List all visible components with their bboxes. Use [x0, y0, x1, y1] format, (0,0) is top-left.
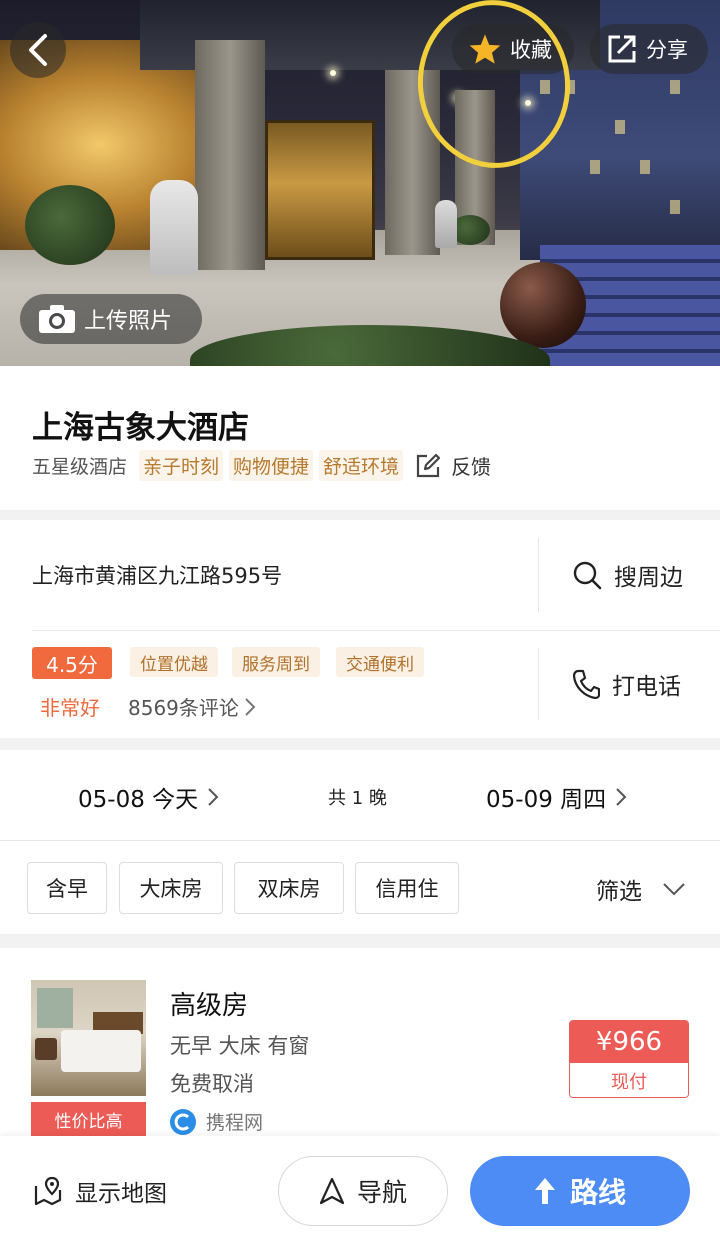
photo-door [265, 120, 375, 260]
show-map-button[interactable]: 显示地图 [33, 1174, 167, 1208]
filter-label: 筛选 [596, 879, 642, 905]
hotel-grade: 五星级酒店 [32, 456, 128, 478]
search-icon [573, 561, 602, 590]
nights-count: 共 1 晚 [328, 788, 387, 809]
lion-statue [150, 180, 198, 275]
checkin-date[interactable]: 05-08 今天 [78, 780, 220, 814]
show-map-label: 显示地图 [75, 1181, 167, 1207]
navigation-button[interactable]: 导航 [278, 1156, 448, 1226]
navigation-label: 导航 [356, 1178, 407, 1207]
score-rating-word: 非常好 [40, 696, 100, 720]
checkout-date[interactable]: 05-09 周四 [486, 780, 628, 814]
map-pin-icon [34, 1176, 62, 1206]
provider: 携程网 [170, 1108, 263, 1135]
camera-icon [39, 305, 75, 333]
reviews-count: 8569条评论 [128, 696, 239, 720]
price-button[interactable]: ¥966 现付 [569, 1020, 689, 1098]
bottom-bar: 显示地图 导航 路线 [0, 1136, 720, 1248]
chevron-down-icon [663, 883, 685, 896]
value-badge: 性价比高 [31, 1102, 146, 1136]
back-button[interactable] [10, 22, 66, 78]
feedback-label: 反馈 [451, 455, 492, 479]
search-nearby-button[interactable]: 搜周边 [572, 558, 683, 592]
call-button[interactable]: 打电话 [572, 667, 681, 701]
divider [538, 648, 539, 720]
filter-chip-credit-stay[interactable]: 信用住 [355, 862, 459, 914]
route-button[interactable]: 路线 [470, 1156, 690, 1226]
upload-label: 上传照片 [84, 309, 173, 334]
filter-bar: 含早 大床房 双床房 信用住 筛选 [0, 842, 720, 934]
share-icon [608, 35, 636, 63]
section-divider [0, 510, 720, 520]
photo-pillar [195, 40, 265, 270]
section-divider [0, 738, 720, 750]
call-label: 打电话 [612, 674, 681, 700]
score-badge: 4.5分 [32, 647, 112, 679]
pay-type: 现付 [570, 1063, 688, 1097]
date-selector[interactable]: 05-08 今天 共 1 晚 05-09 周四 [0, 750, 720, 840]
feedback-button[interactable]: 反馈 [415, 451, 491, 480]
chevron-right-icon [245, 697, 256, 716]
reviews-link[interactable]: 8569条评论 [128, 692, 257, 721]
share-button[interactable]: 分享 [590, 24, 708, 74]
divider [538, 538, 539, 612]
lion-statue [435, 200, 457, 248]
hotel-tag: 舒适环境 [319, 450, 404, 481]
filter-chip-breakfast[interactable]: 含早 [27, 862, 107, 914]
checkin-label: 05-08 今天 [78, 787, 199, 813]
upload-photo-button[interactable]: 上传照片 [20, 294, 202, 344]
navigation-arrow-icon [319, 1177, 345, 1205]
route-label: 路线 [569, 1176, 626, 1209]
score-tag: 服务周到 [232, 647, 320, 677]
filter-chip-twin-bed[interactable]: 双床房 [234, 862, 344, 914]
room-name: 高级房 [170, 991, 249, 1021]
hotel-tag: 购物便捷 [229, 450, 314, 481]
score-tag: 交通便利 [336, 647, 424, 677]
ctrip-logo-icon [170, 1108, 196, 1135]
room-photo[interactable] [31, 980, 146, 1096]
provider-name: 携程网 [206, 1112, 264, 1134]
room-price: ¥966 [570, 1021, 688, 1063]
hotel-photo[interactable]: 收藏 分享 上传照片 [0, 0, 720, 366]
chevron-right-icon [616, 788, 627, 806]
route-arrow-icon [534, 1178, 555, 1204]
checkout-label: 05-09 周四 [486, 787, 607, 813]
photo-sphere [500, 262, 586, 348]
divider [32, 630, 720, 631]
address-row: 上海市黄浦区九江路595号 搜周边 [0, 520, 720, 630]
room-features: 无早 大床 有窗 [170, 1034, 310, 1058]
hotel-subinfo: 五星级酒店 亲子时刻 购物便捷 舒适环境 反馈 [32, 450, 491, 481]
filter-button[interactable]: 筛选 [596, 872, 686, 906]
chevron-right-icon [208, 788, 219, 806]
section-divider [0, 934, 720, 948]
hotel-name: 上海古象大酒店 [32, 410, 249, 446]
filter-chip-king-bed[interactable]: 大床房 [119, 862, 223, 914]
divider [0, 840, 720, 841]
search-nearby-label: 搜周边 [614, 565, 683, 591]
phone-icon [572, 669, 600, 699]
hotel-address[interactable]: 上海市黄浦区九江路595号 [32, 560, 282, 590]
share-label: 分享 [646, 38, 688, 62]
score-tag: 位置优越 [130, 647, 218, 677]
hotel-tag: 亲子时刻 [139, 450, 224, 481]
edit-icon [416, 453, 441, 477]
room-cancel-policy: 免费取消 [170, 1072, 254, 1096]
chevron-left-icon [29, 34, 47, 66]
